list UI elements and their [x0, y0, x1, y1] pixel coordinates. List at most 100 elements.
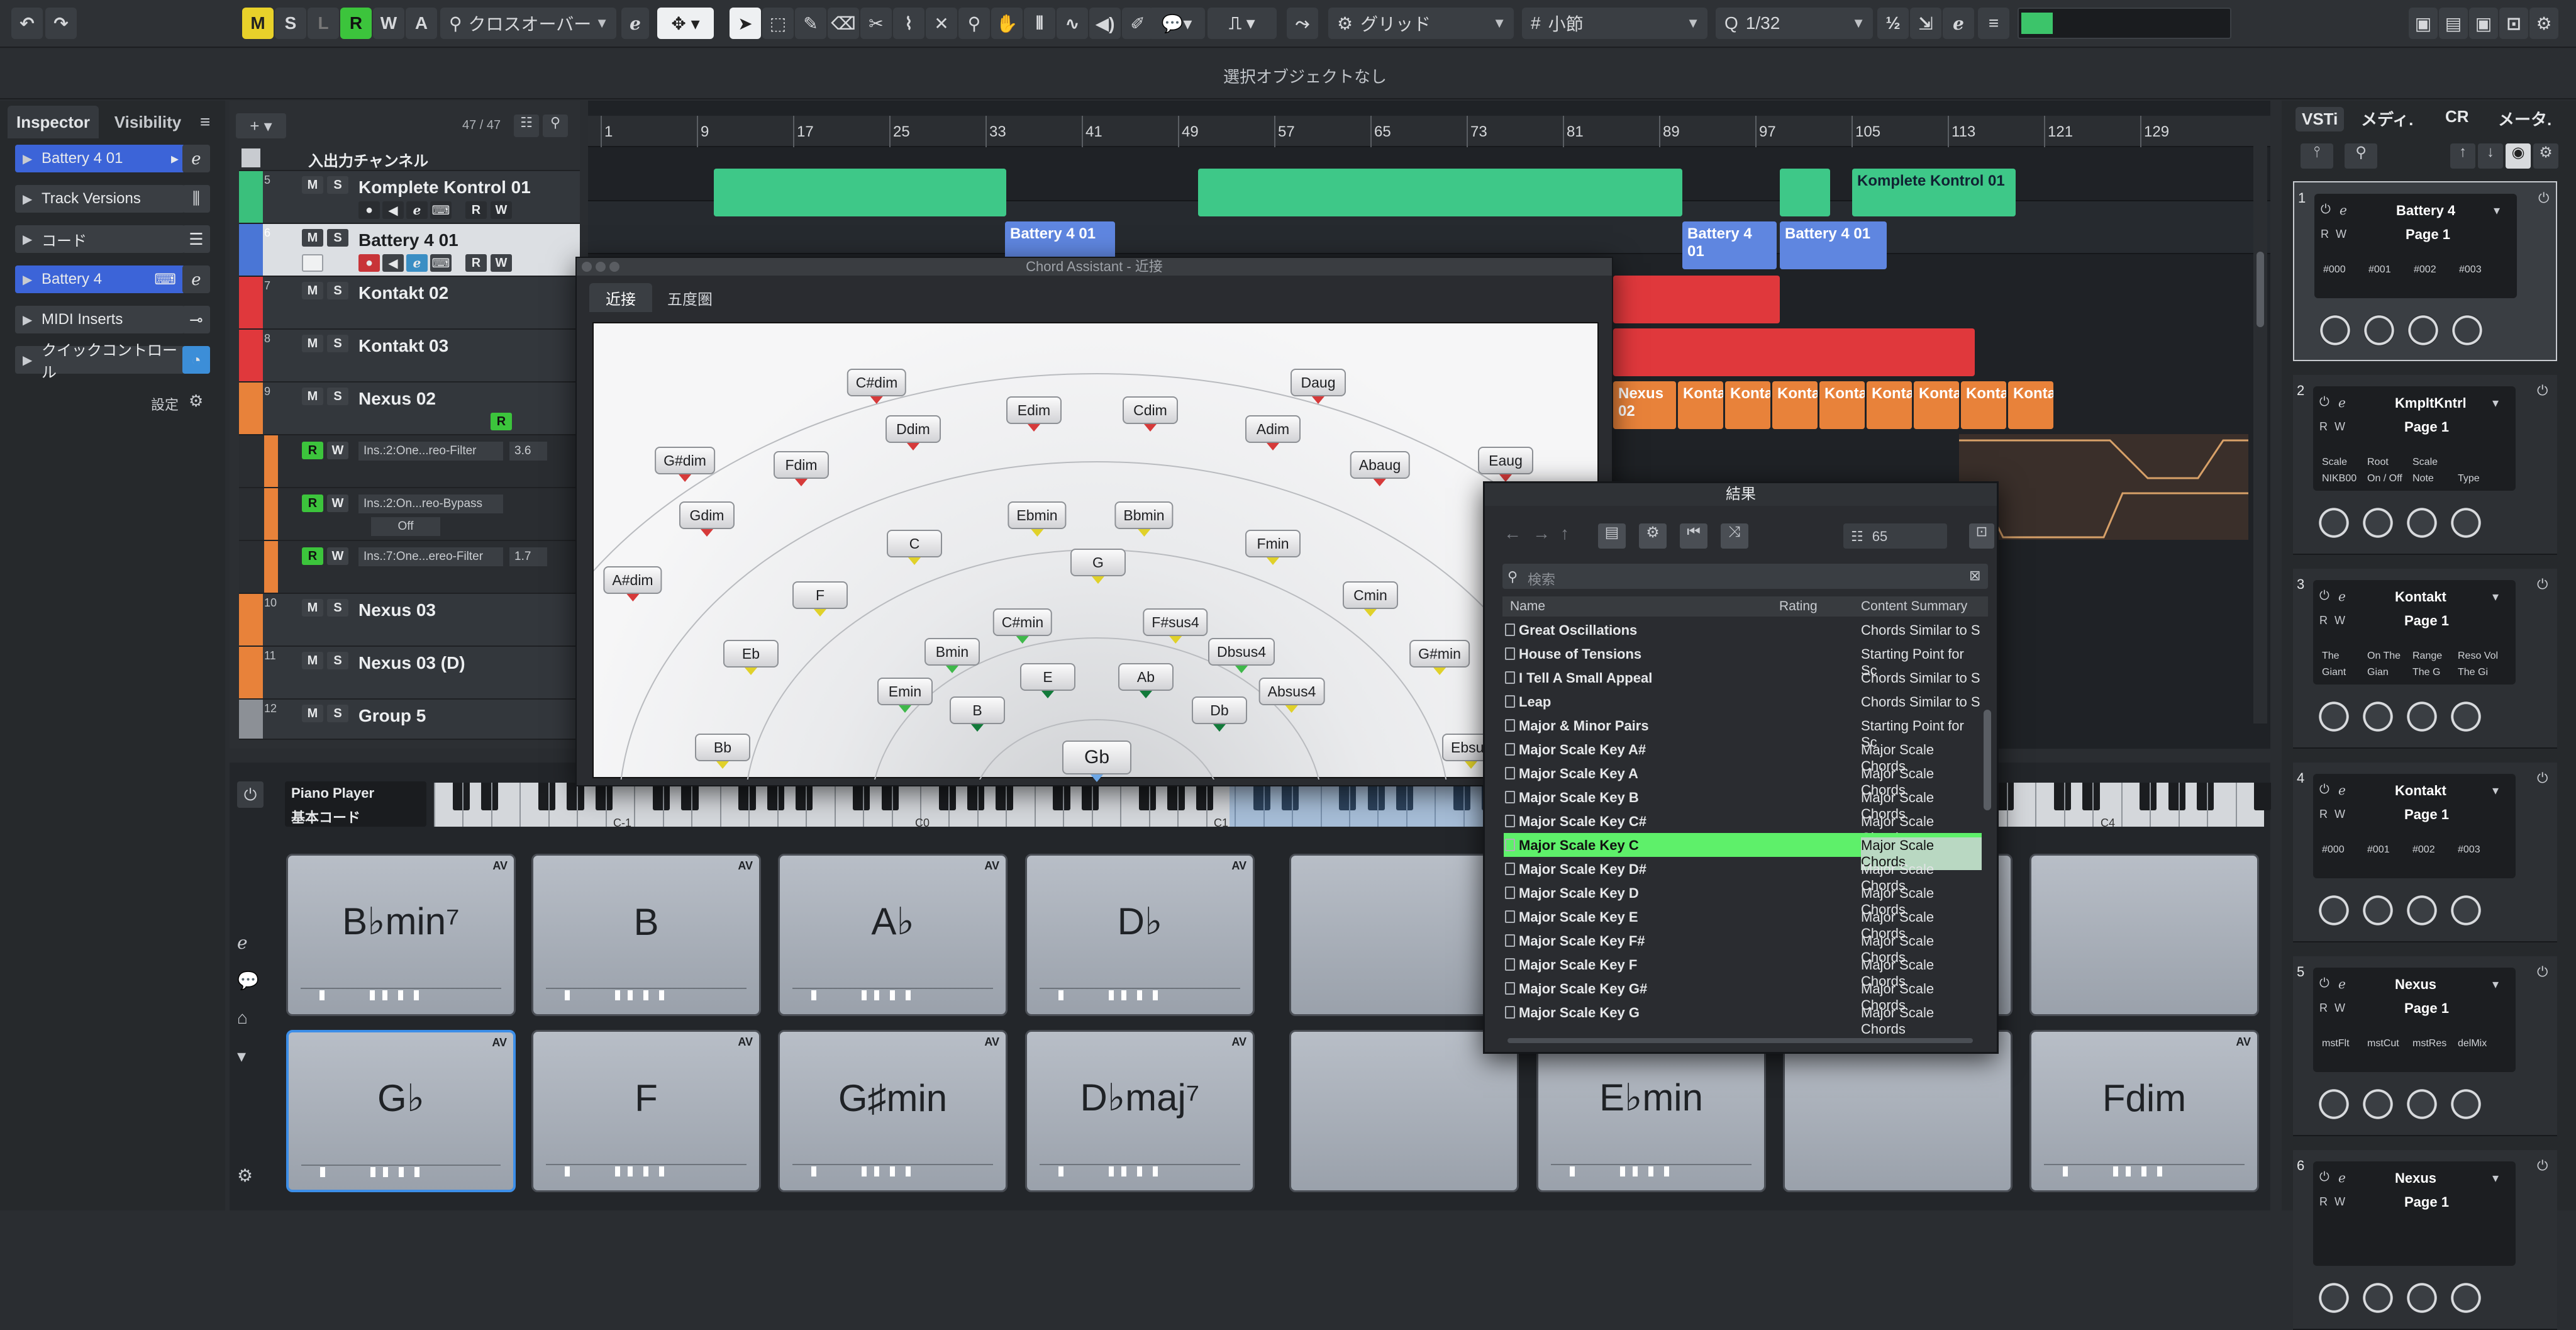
edit-instrument-icon-2[interactable]: ℯ — [182, 265, 210, 293]
layout-left-button[interactable]: ▣ — [2409, 8, 2438, 39]
chord-node[interactable]: Gb — [1062, 740, 1131, 774]
erase-tool[interactable]: ⌫ — [828, 8, 859, 39]
black-key[interactable] — [2197, 783, 2214, 810]
midi-clip-nexus[interactable]: Konta — [1914, 381, 1959, 429]
chord-node[interactable]: Fmin — [1245, 530, 1301, 557]
edit-icon[interactable]: ℯ — [2338, 395, 2346, 411]
read-button[interactable]: R — [2321, 228, 2329, 241]
edit-icon[interactable]: ℯ — [237, 932, 248, 953]
power-icon[interactable]: ⏻ — [2319, 395, 2329, 410]
automation-parameter[interactable]: Ins.:2:One...reo-Filter — [358, 442, 503, 461]
chord-node[interactable]: Cmin — [1343, 581, 1398, 609]
read-button[interactable]: R — [302, 547, 323, 565]
chevron-down-icon[interactable]: ▾ — [2494, 203, 2500, 218]
read-state-button[interactable]: R — [340, 8, 372, 39]
record-button[interactable]: ● — [358, 254, 380, 272]
tab-visibility[interactable]: Visibility — [101, 106, 195, 138]
chord-node[interactable]: Ebmin — [1008, 501, 1067, 529]
result-row[interactable]: Major & Minor Pairs Starting Point for Sc — [1504, 713, 1982, 750]
tab-media[interactable]: メディ. — [2361, 107, 2413, 130]
black-key[interactable] — [1081, 783, 1099, 810]
grid-value-select[interactable]: # 小節 ▼ — [1522, 8, 1707, 39]
comp-tool[interactable]: ⫴ — [1024, 8, 1055, 39]
chord-pad[interactable]: Fdim AV — [2029, 1030, 2259, 1192]
edit-icon[interactable]: ℯ — [2338, 1170, 2346, 1186]
midi-clip[interactable] — [714, 169, 1006, 216]
proximity-chart[interactable]: C#dim Daug Edim Cdim Ddim Adim G#dim Fdim Abaug E… — [592, 322, 1600, 780]
track-row[interactable]: 5 M S Komplete Kontrol 01 ● ◀ ℯ ⌨ R W — [239, 171, 580, 224]
quick-control-knob[interactable] — [2450, 1282, 2482, 1314]
result-row[interactable]: Major Scale Key C Major Scale Chords — [1504, 833, 1982, 870]
chord-node[interactable]: Fdim — [774, 451, 829, 479]
instrument-slot[interactable]: 4 ⏻ ℯ Kontakt ▾ R W Page 1 #000 #001 #002 #003 ⏻ — [2293, 763, 2557, 942]
quick-control-knob[interactable] — [2318, 1282, 2350, 1314]
result-row[interactable]: Major Scale Key F Major Scale Chords — [1504, 953, 1982, 989]
black-key[interactable] — [1196, 783, 1214, 810]
power-icon[interactable]: ⏻ — [2537, 1158, 2548, 1174]
quick-control-knob[interactable] — [2362, 701, 2394, 732]
record-button[interactable]: ● — [358, 201, 380, 219]
up-icon[interactable]: ↑ — [1560, 523, 1585, 549]
chevron-down-icon[interactable]: ▾ — [2492, 589, 2499, 605]
automation-parameter[interactable]: Ins.:7:One...ereo-Filter — [358, 547, 503, 566]
undo-button[interactable]: ↶ — [11, 8, 43, 39]
grid-type-select[interactable]: ⚙ グリッド ▼ — [1328, 8, 1514, 39]
range-selection-tool[interactable]: ⬚ — [762, 8, 794, 39]
tab-circle-of-fifths[interactable]: 五度圏 — [658, 283, 721, 312]
quick-control-knob[interactable] — [2362, 1088, 2394, 1120]
black-key[interactable] — [796, 783, 813, 810]
glue-tool[interactable]: ⌇ — [893, 8, 924, 39]
mute-button[interactable]: M — [302, 335, 323, 352]
chord-node[interactable]: Dbsus4 — [1208, 638, 1275, 666]
solo-button[interactable]: S — [327, 282, 348, 299]
checkbox[interactable] — [302, 254, 323, 272]
back-icon[interactable]: ← — [1504, 523, 1529, 549]
inspector-section-track[interactable]: Battery 4 01 ▸ — [15, 145, 185, 172]
quick-control-knob[interactable] — [2362, 507, 2394, 539]
timewarp-tool[interactable]: ∿ — [1057, 8, 1088, 39]
edit-mode-button[interactable]: ℯ — [621, 8, 649, 39]
tab-proximity[interactable]: 近接 — [589, 283, 652, 312]
black-key[interactable] — [938, 783, 956, 810]
result-row[interactable]: Great Oscillations Chords Similar to S — [1504, 618, 1982, 642]
automation-state-button[interactable]: A — [406, 8, 437, 39]
midi-clip-komplete[interactable]: Komplete Kontrol 01 — [1852, 169, 2016, 216]
chord-pad[interactable]: B♭min⁷ AV — [286, 854, 516, 1016]
keyboard-icon[interactable]: ⌨ — [430, 201, 452, 219]
settings-button[interactable]: ⚙ — [2529, 8, 2558, 39]
black-key[interactable] — [2140, 783, 2157, 810]
midi-clip-kontakt[interactable] — [1613, 328, 1975, 376]
black-key[interactable] — [681, 783, 699, 810]
chord-node[interactable]: Emin — [877, 678, 933, 705]
instrument-slot[interactable]: 1 ⏻ ℯ Battery 4 ▾ R W Page 1 #000 #001 #002 #003 ⏻ — [2293, 181, 2557, 361]
chord-node[interactable]: G#min — [1409, 640, 1470, 668]
write-button[interactable]: W — [327, 442, 348, 459]
quick-control-knob[interactable] — [2362, 1282, 2394, 1314]
power-icon[interactable]: ⏻ — [2537, 964, 2548, 980]
automation-lane[interactable] — [1959, 434, 2248, 487]
instrument-slot[interactable]: 6 ⏻ ℯ Nexus ▾ R W Page 1 ⏻ — [2293, 1150, 2557, 1330]
mute-button[interactable]: M — [302, 599, 323, 617]
black-key[interactable] — [967, 783, 985, 810]
tab-inspector[interactable]: Inspector — [8, 106, 99, 138]
quantize-select[interactable]: Q 1/32 ▼ — [1716, 8, 1873, 39]
mute-button[interactable]: M — [302, 388, 323, 405]
power-icon[interactable]: ⏻ — [2319, 589, 2329, 603]
solo-button[interactable]: S — [327, 652, 348, 669]
chord-node[interactable]: Bmin — [924, 638, 980, 666]
voicing-select[interactable]: 基本コード — [291, 807, 360, 827]
result-row[interactable]: Leap Chords Similar to S — [1504, 690, 1982, 713]
expand-down-icon[interactable]: ↓ — [2478, 143, 2503, 169]
read-button[interactable]: R — [491, 413, 512, 430]
track-row[interactable]: 8 M S Kontakt 03 — [239, 330, 580, 383]
midi-clip-nexus[interactable]: Konta — [1678, 381, 1723, 429]
power-icon[interactable]: ⏻ — [2537, 383, 2548, 399]
power-icon[interactable]: ⏻ — [2321, 203, 2331, 217]
chord-node[interactable]: G — [1070, 549, 1126, 576]
black-key[interactable] — [567, 783, 584, 810]
result-row[interactable]: Major Scale Key D Major Scale Chords — [1504, 881, 1982, 917]
gear-icon[interactable]: ⚙ — [237, 1165, 253, 1186]
result-row[interactable]: Major Scale Key G Major Scale Chords — [1504, 1000, 1982, 1037]
inspector-section-chords[interactable]: コード — [15, 225, 185, 253]
write-state-button[interactable]: W — [373, 8, 404, 39]
